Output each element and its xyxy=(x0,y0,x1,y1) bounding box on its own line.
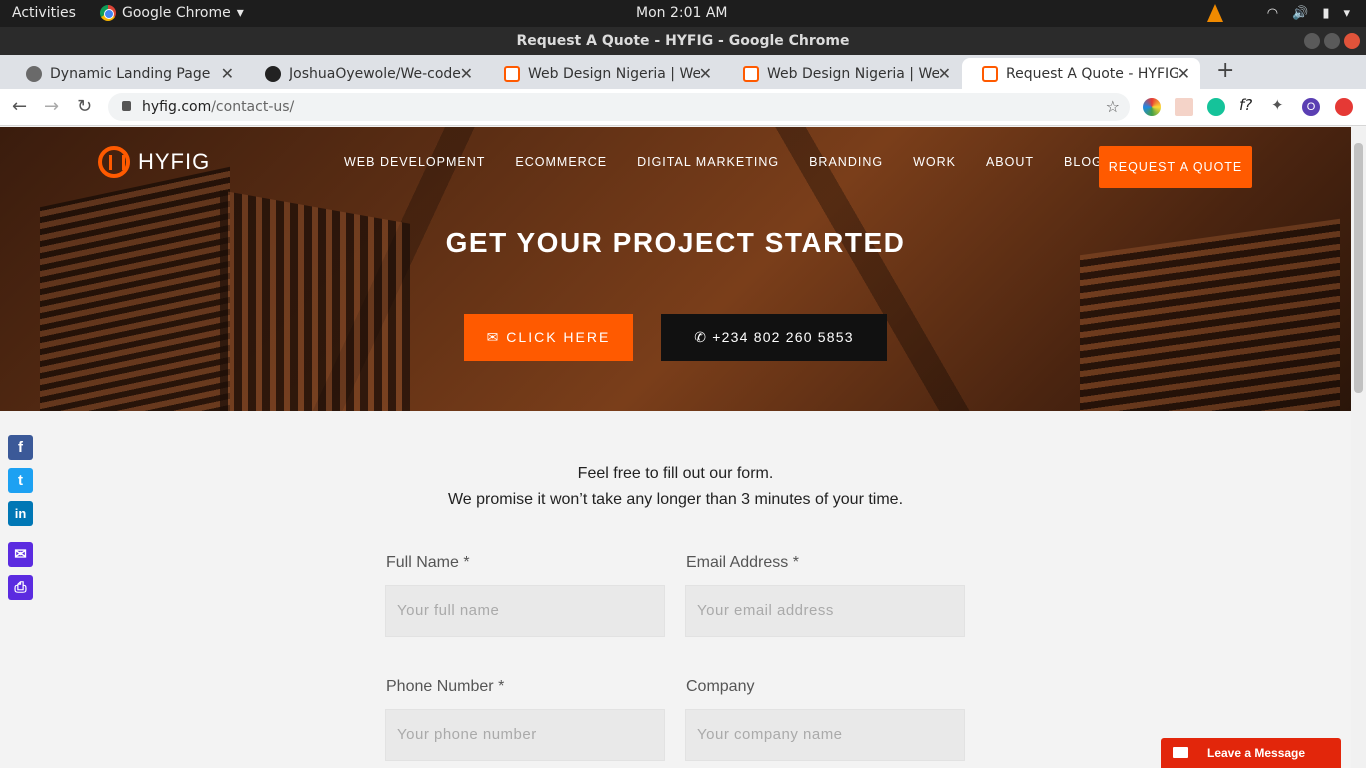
leave-message-widget[interactable]: Leave a Message xyxy=(1161,738,1341,768)
lock-icon[interactable] xyxy=(122,101,131,111)
form-intro-line-2: We promise it won’t take any longer than… xyxy=(447,491,904,508)
close-tab-icon[interactable]: ✕ xyxy=(699,64,712,83)
caret-down-icon: ▾ xyxy=(1343,5,1350,21)
site-logo[interactable]: HYFIG xyxy=(98,146,210,178)
form-intro-line-1: Feel free to fill out our form. xyxy=(577,465,774,482)
phone-input[interactable]: Your phone number xyxy=(385,709,665,761)
full-name-input[interactable]: Your full name xyxy=(385,585,665,637)
update-icon[interactable] xyxy=(1335,98,1353,116)
tab-title: Request A Quote - HYFIG xyxy=(1006,65,1178,82)
maximize-button[interactable] xyxy=(1324,33,1340,49)
grammarly-icon[interactable] xyxy=(1207,98,1225,116)
phone-icon: ✆ xyxy=(694,329,713,345)
main-nav: WEB DEVELOPMENT ECOMMERCE DIGITAL MARKET… xyxy=(344,155,1133,169)
hyfig-icon xyxy=(743,65,759,82)
phone-number: +234 802 260 5853 xyxy=(712,329,854,345)
tab-title: JoshuaOyewole/We-code xyxy=(289,65,461,82)
phone-label: Phone Number * xyxy=(386,678,505,695)
url-path: /contact-us/ xyxy=(211,99,295,115)
vlc-icon[interactable] xyxy=(1206,4,1223,22)
nav-digital-marketing[interactable]: DIGITAL MARKETING xyxy=(637,155,779,169)
email-label: Email Address * xyxy=(686,554,799,571)
close-tab-icon[interactable]: ✕ xyxy=(460,64,473,83)
scrollbar-thumb[interactable] xyxy=(1354,143,1363,393)
tab-web-design-nigeria-2[interactable]: Web Design Nigeria | Web ✕ xyxy=(723,58,961,89)
app-menu[interactable]: Google Chrome ▾ xyxy=(100,5,244,21)
facebook-icon[interactable]: f xyxy=(8,435,33,460)
page-scrollbar[interactable] xyxy=(1351,127,1366,768)
close-tab-icon[interactable]: ✕ xyxy=(1177,64,1190,83)
close-tab-icon[interactable]: ✕ xyxy=(938,64,951,83)
hyfig-icon xyxy=(504,65,520,82)
tab-title: Dynamic Landing Page xyxy=(50,65,211,82)
hero-title: GET YOUR PROJECT STARTED xyxy=(445,227,906,258)
window-title-bar: Request A Quote - HYFIG - Google Chrome xyxy=(0,27,1366,55)
wifi-icon: ◠ xyxy=(1266,5,1279,21)
phone-button[interactable]: ✆ +234 802 260 5853 xyxy=(661,314,887,361)
tab-github[interactable]: JoshuaOyewole/We-code ✕ xyxy=(245,58,483,89)
print-icon[interactable]: ⎙ xyxy=(8,575,33,600)
os-top-bar: Activities Google Chrome ▾ Mon 2:01 AM ◠… xyxy=(0,0,1366,27)
fonts-extension-icon[interactable]: f? xyxy=(1239,96,1257,114)
chrome-icon xyxy=(100,5,116,21)
email-input[interactable]: Your email address xyxy=(685,585,965,637)
calendar-extension-icon[interactable] xyxy=(1175,98,1193,116)
click-here-button[interactable]: ✉ CLICK HERE xyxy=(464,314,633,361)
nav-blog[interactable]: BLOG xyxy=(1064,155,1103,169)
nav-about[interactable]: ABOUT xyxy=(986,155,1034,169)
github-icon xyxy=(265,65,281,82)
hyfig-logo-icon xyxy=(98,146,130,178)
hero-section: HYFIG WEB DEVELOPMENT ECOMMERCE DIGITAL … xyxy=(0,127,1351,411)
extensions-puzzle-icon[interactable]: ✦ xyxy=(1271,96,1289,114)
company-label: Company xyxy=(686,678,755,695)
tab-dynamic-landing-page[interactable]: Dynamic Landing Page ✕ xyxy=(6,58,244,89)
tab-title: Web Design Nigeria | Web xyxy=(528,65,700,82)
browser-toolbar: ← → ↻ hyfig.com/contact-us/ ☆ xyxy=(0,89,1366,126)
tab-strip: Dynamic Landing Page ✕ JoshuaOyewole/We-… xyxy=(0,55,1366,89)
back-button[interactable]: ← xyxy=(12,96,27,117)
color-picker-extension-icon[interactable] xyxy=(1143,98,1161,116)
nav-ecommerce[interactable]: ECOMMERCE xyxy=(515,155,607,169)
brand-name: HYFIG xyxy=(138,149,211,174)
volume-icon: 🔊 xyxy=(1292,5,1309,21)
new-tab-button[interactable]: + xyxy=(1216,58,1234,83)
envelope-icon: ✉ xyxy=(486,329,507,345)
envelope-icon xyxy=(1173,747,1188,758)
address-bar[interactable]: hyfig.com/contact-us/ ☆ xyxy=(108,93,1130,121)
tab-web-design-nigeria-1[interactable]: Web Design Nigeria | Web ✕ xyxy=(484,58,722,89)
profile-avatar[interactable]: O xyxy=(1302,98,1320,116)
globe-icon xyxy=(26,65,42,82)
close-window-button[interactable] xyxy=(1344,33,1360,49)
minimize-button[interactable] xyxy=(1304,33,1320,49)
leave-message-label: Leave a Message xyxy=(1207,746,1306,760)
tab-request-a-quote[interactable]: Request A Quote - HYFIG ✕ xyxy=(962,58,1200,89)
battery-icon: ▮ xyxy=(1322,5,1330,21)
email-icon[interactable]: ✉ xyxy=(8,542,33,567)
caret-down-icon: ▾ xyxy=(236,5,244,21)
reload-button[interactable]: ↻ xyxy=(77,96,92,117)
nav-work[interactable]: WORK xyxy=(913,155,956,169)
clock[interactable]: Mon 2:01 AM xyxy=(636,5,728,21)
activities-button[interactable]: Activities xyxy=(12,5,76,21)
building-image xyxy=(40,166,230,411)
nav-web-development[interactable]: WEB DEVELOPMENT xyxy=(344,155,485,169)
tab-title: Web Design Nigeria | Web xyxy=(767,65,939,82)
building-image xyxy=(220,190,410,411)
bookmark-star-icon[interactable]: ☆ xyxy=(1106,93,1120,121)
system-tray[interactable]: ◠ 🔊 ▮ ▾ xyxy=(1206,4,1350,22)
click-here-label: CLICK HERE xyxy=(506,329,611,345)
request-quote-button[interactable]: REQUEST A QUOTE xyxy=(1099,146,1252,188)
window-controls xyxy=(1304,33,1360,49)
url-host: hyfig.com xyxy=(142,99,212,115)
close-tab-icon[interactable]: ✕ xyxy=(221,64,234,83)
forward-button[interactable]: → xyxy=(44,96,59,117)
nav-branding[interactable]: BRANDING xyxy=(809,155,883,169)
hyfig-icon xyxy=(982,65,998,82)
full-name-label: Full Name * xyxy=(386,554,470,571)
company-input[interactable]: Your company name xyxy=(685,709,965,761)
window-title: Request A Quote - HYFIG - Google Chrome xyxy=(516,33,850,49)
app-menu-label: Google Chrome xyxy=(122,5,231,21)
